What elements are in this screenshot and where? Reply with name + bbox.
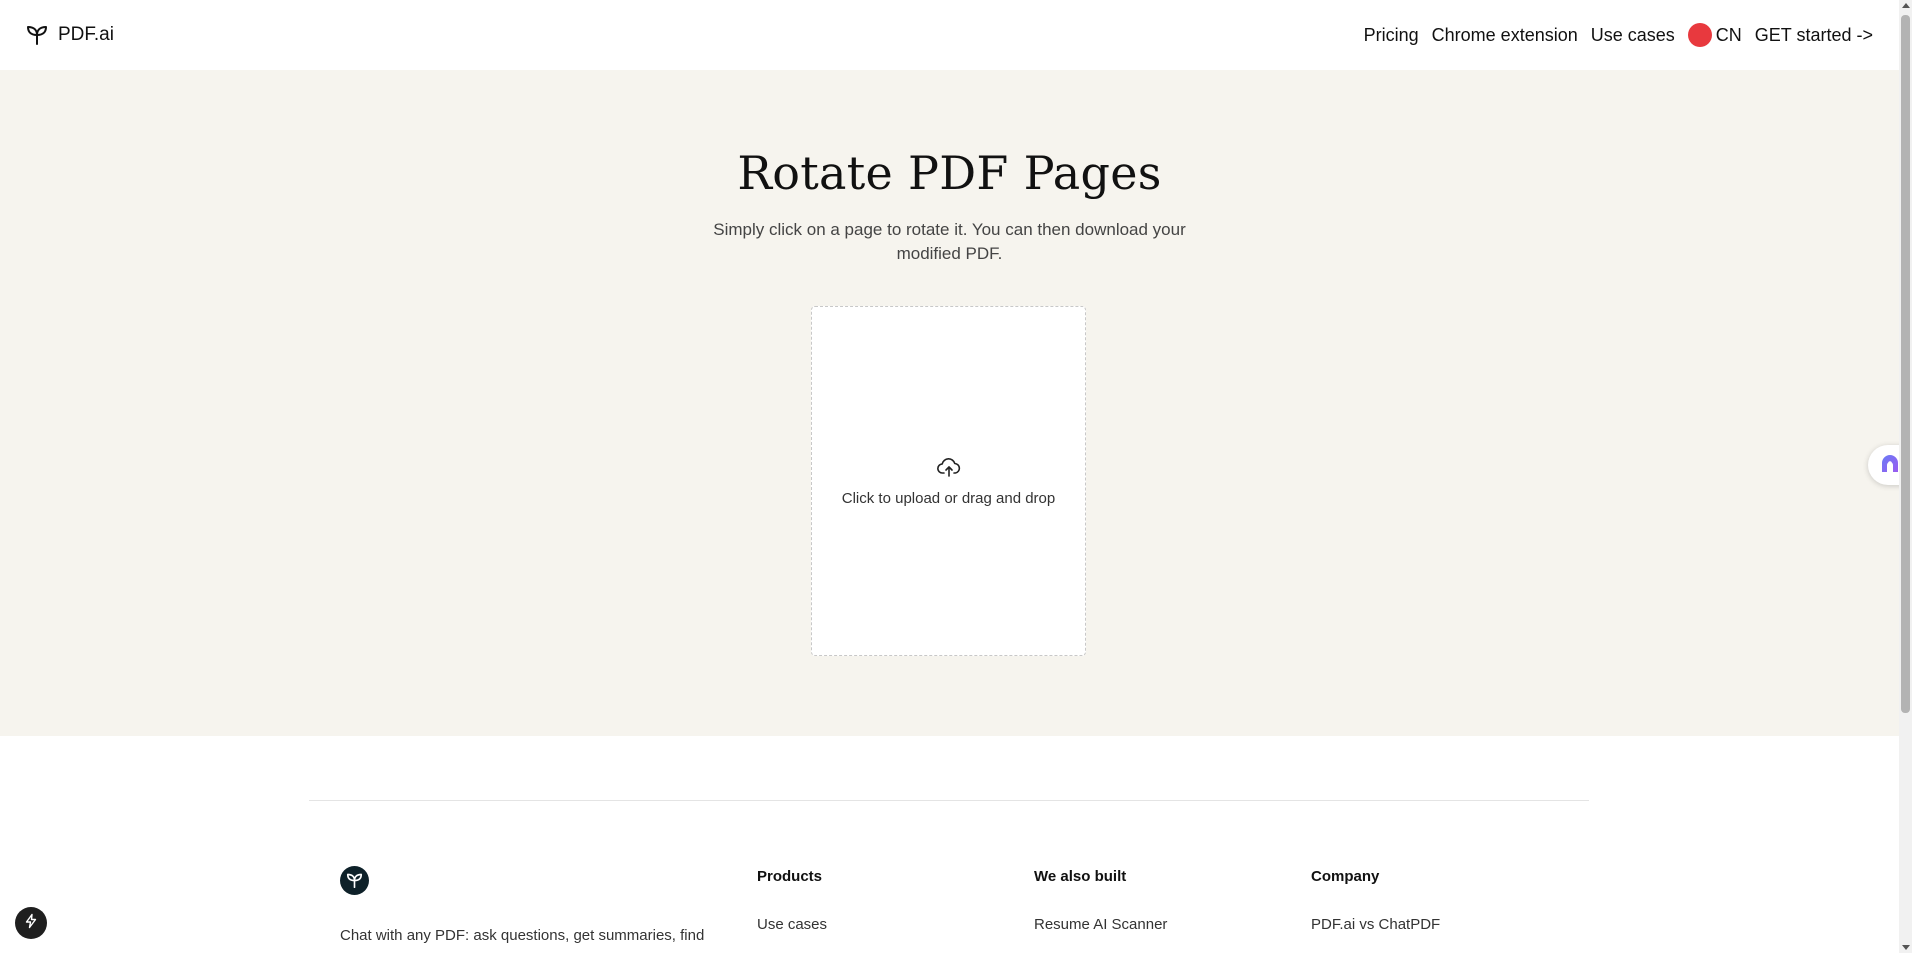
brand-name: PDF.ai: [58, 24, 114, 45]
language-label: CN: [1715, 24, 1742, 45]
footer-link-resume-ai-scanner[interactable]: Resume AI Scanner: [1034, 916, 1167, 933]
footer-column-we-also-built: We also built Resume AI Scanner: [1034, 868, 1167, 933]
hero-section: Rotate PDF Pages Simply click on a page …: [0, 70, 1899, 736]
language-switcher[interactable]: CN: [1687, 23, 1742, 47]
nav-pricing[interactable]: Pricing: [1364, 25, 1419, 46]
page-subtitle: Simply click on a page to rotate it. You…: [713, 220, 1186, 263]
sprout-icon: [346, 873, 363, 888]
page-scrollbar[interactable]: [1899, 0, 1912, 953]
footer-heading: Products: [757, 868, 823, 885]
main-nav: Pricing Chrome extension Use cases CN GE…: [1364, 23, 1873, 47]
get-started-link[interactable]: GET started ->: [1755, 25, 1873, 46]
footer-link-use-cases[interactable]: Use cases: [757, 916, 827, 933]
lightning-icon: [23, 913, 39, 934]
top-navigation: PDF.ai Pricing Chrome extension Use case…: [0, 0, 1899, 70]
footer-heading: Company: [1311, 868, 1380, 885]
scroll-down-arrow-icon[interactable]: [1902, 945, 1910, 950]
quick-action-button[interactable]: [15, 907, 47, 939]
footer-column-company: Company PDF.ai vs ChatPDF: [1311, 868, 1440, 933]
assistant-icon: [1879, 452, 1901, 479]
nav-use-cases[interactable]: Use cases: [1591, 25, 1675, 46]
cloud-upload-icon: [936, 456, 962, 480]
footer-heading: We also built: [1034, 868, 1127, 885]
upload-instructions: Click to upload or drag and drop: [841, 489, 1056, 507]
scrollbar-thumb[interactable]: [1901, 15, 1910, 713]
brand-logo-link[interactable]: PDF.ai: [25, 24, 114, 47]
footer-description: Chat with any PDF: ask questions, get su…: [340, 927, 705, 944]
flag-icon: [1687, 23, 1712, 47]
scroll-up-arrow-icon[interactable]: [1902, 3, 1910, 8]
page-title: Rotate PDF Pages: [737, 146, 1162, 200]
nav-chrome-extension[interactable]: Chrome extension: [1432, 25, 1578, 46]
footer-logo[interactable]: [340, 866, 369, 895]
footer-link-pdfai-vs-chatpdf[interactable]: PDF.ai vs ChatPDF: [1311, 916, 1440, 933]
footer-divider: [309, 800, 1589, 801]
upload-dropzone[interactable]: Click to upload or drag and drop: [811, 306, 1086, 656]
sprout-icon: [25, 24, 48, 47]
footer-column-products: Products Use cases: [757, 868, 827, 933]
